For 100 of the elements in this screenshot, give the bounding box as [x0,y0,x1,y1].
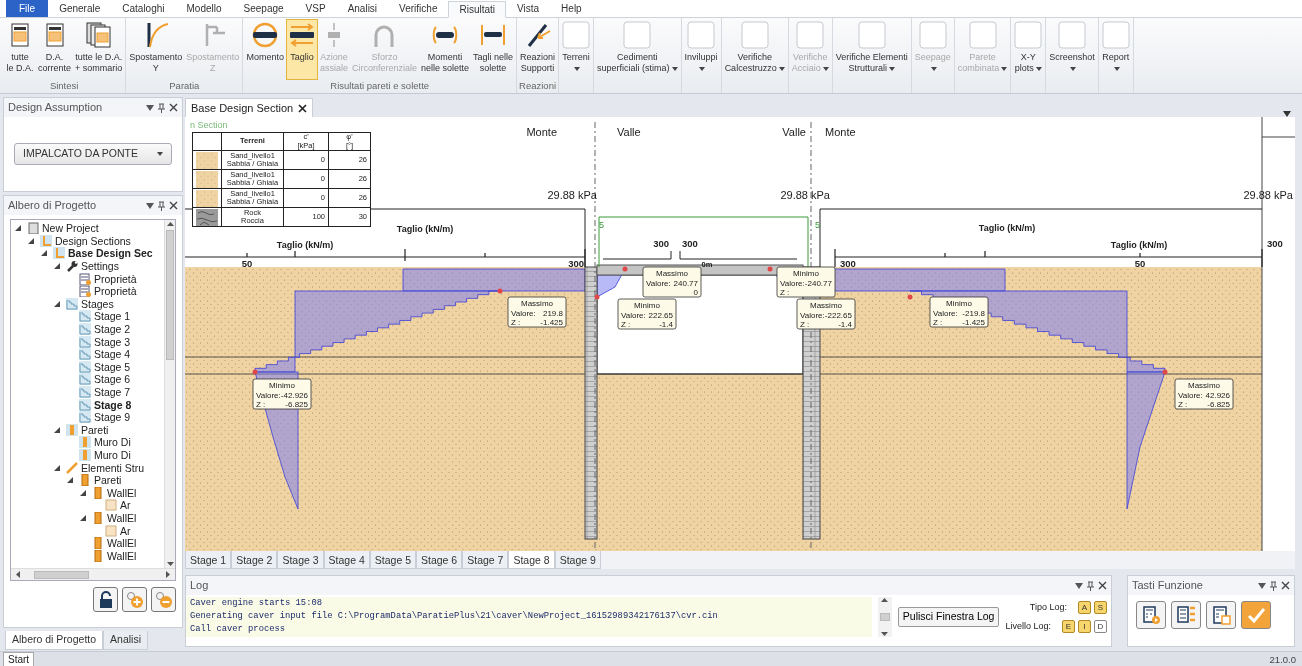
tree-item[interactable]: WallEl [106,549,138,562]
stage-tab[interactable]: Stage 9 [554,551,601,569]
scroll-down-icon[interactable] [881,631,889,637]
tree-item[interactable]: Stage 5 [93,360,132,373]
tree-item[interactable]: Stages [80,297,115,310]
ribbon-button[interactable]: Spostamento Y [127,19,185,80]
ribbon-button[interactable]: Reazioni Supporti [518,19,558,80]
pin-icon[interactable] [1087,580,1094,591]
scroll-right-icon[interactable] [164,571,172,578]
ribbon-button[interactable]: Verifiche Elementi Strutturali [833,19,910,80]
tree-item[interactable]: Base Design Sec [67,247,154,260]
close-icon[interactable] [298,103,308,113]
ribbon-button[interactable]: Momenti nelle solette [418,19,471,80]
expander-icon[interactable] [79,513,87,522]
document-tab[interactable]: Base Design Section [185,98,314,117]
tree-item[interactable]: Settings [80,260,120,273]
ribbon-tab[interactable]: Modello [175,0,233,17]
tree-item[interactable]: WallEl [106,511,138,524]
scrollbar[interactable] [11,568,175,580]
ribbon-button[interactable]: Screenshot [1047,19,1097,80]
ribbon-button[interactable]: D.A. corrente [36,19,74,80]
scroll-up-icon[interactable] [881,597,889,603]
stage-tab[interactable]: Stage 5 [369,551,416,569]
stage-tab[interactable]: Stage 1 [185,551,232,569]
stage-tab[interactable]: Stage 7 [462,551,509,569]
clear-log-button[interactable]: Pulisci Finestra Log [897,607,1000,627]
tree-item[interactable]: Stage 9 [93,411,132,424]
close-icon[interactable] [1098,581,1107,590]
expander-icon[interactable] [53,299,61,308]
stage-tab[interactable]: Stage 2 [231,551,278,569]
tree-item[interactable]: WallEl [106,537,138,550]
tree-item[interactable]: Muro Di [93,436,132,449]
scroll-thumb[interactable] [34,570,89,579]
ribbon-button[interactable]: Inviluppi [682,19,720,80]
close-icon[interactable] [1281,581,1290,590]
pin-icon[interactable] [158,102,165,113]
expander-icon[interactable] [53,425,61,434]
ribbon-tab[interactable]: VSP [294,0,337,17]
tree-item[interactable]: Stage 7 [93,386,132,398]
tree-item[interactable]: Stage 4 [93,348,132,361]
close-icon[interactable] [169,103,178,112]
tree-item[interactable]: Elementi Stru [80,461,146,474]
scroll-left-icon[interactable] [14,571,22,578]
function-key-button[interactable] [1136,601,1166,629]
scroll-thumb[interactable] [879,613,890,621]
toggle-button[interactable]: E [1062,620,1075,634]
scrollbar[interactable] [877,597,892,637]
ribbon-tab[interactable]: Generale [48,0,112,17]
tree-item[interactable]: Pareti [80,423,110,436]
ribbon-button[interactable]: Terreni [560,19,593,80]
tree-item[interactable]: Stage 2 [93,323,132,336]
toggle-button[interactable]: S [1094,600,1107,614]
panel-tab[interactable]: Analisi [103,631,148,650]
ribbon-button[interactable]: X-Y plots [1012,19,1045,80]
stage-tab[interactable]: Stage 3 [277,551,324,569]
scroll-thumb[interactable] [166,230,174,360]
dropdown-icon[interactable] [146,202,154,209]
function-key-button[interactable] [1171,601,1201,629]
tree-item[interactable]: Proprietà [93,285,138,298]
stage-tab[interactable]: Stage 4 [323,551,370,569]
stage-tab[interactable]: Stage 6 [416,551,463,569]
tree-item[interactable]: Stage 8 [93,398,133,411]
ribbon-tab[interactable]: Risultati [448,1,507,18]
dropdown-field[interactable]: IMPALCATO DA PONTE [14,143,172,165]
panel-tab[interactable]: Albero di Progetto [5,631,104,650]
ribbon-tab[interactable]: Verifiche [388,0,449,17]
tree-item[interactable]: Stage 3 [93,335,132,348]
ribbon-tab[interactable]: Seepage [232,0,295,17]
ribbon-button[interactable]: Momento [244,19,286,80]
tree-item[interactable]: Pareti [93,474,123,487]
remove-button[interactable] [151,587,176,612]
ribbon-button[interactable]: tutte le D.A. + sommario [73,19,125,80]
tree-item[interactable]: Ar [119,499,132,512]
pin-icon[interactable] [1270,580,1277,591]
stage-tab[interactable]: Stage 8 [508,551,555,569]
toggle-button[interactable]: A [1078,600,1091,614]
ribbon-button[interactable]: tutte le D.A. [4,19,36,80]
toggle-button[interactable]: I [1078,620,1091,634]
function-key-button[interactable] [1206,601,1236,629]
ribbon-button[interactable]: Taglio [285,19,318,80]
tree-item[interactable]: Stage 1 [93,310,132,323]
tree-item[interactable]: Muro Di [93,449,132,461]
start-tab[interactable]: Start [3,652,35,666]
ribbon-tab[interactable]: Analisi [336,0,389,17]
dropdown-icon[interactable] [1075,582,1083,589]
ribbon-button[interactable]: Cedimenti superficiali (stima) [595,19,680,80]
ribbon-tab[interactable]: Cataloghi [111,0,176,17]
ribbon-tab[interactable]: Help [550,0,593,17]
lock-button[interactable] [93,587,118,612]
tree-item[interactable]: Proprietà [93,272,138,285]
file-tab[interactable]: File [6,0,49,17]
tree-item[interactable]: WallEl [106,486,138,499]
pin-icon[interactable] [158,200,165,211]
tree-item[interactable]: Design Sections [54,234,132,247]
scrollbar[interactable] [164,220,175,568]
scroll-up-icon[interactable] [166,220,174,228]
function-key-button[interactable] [1241,601,1271,629]
ribbon-tab[interactable]: Vista [506,0,551,17]
dropdown-icon[interactable] [1258,582,1266,589]
add-button[interactable] [122,587,147,612]
